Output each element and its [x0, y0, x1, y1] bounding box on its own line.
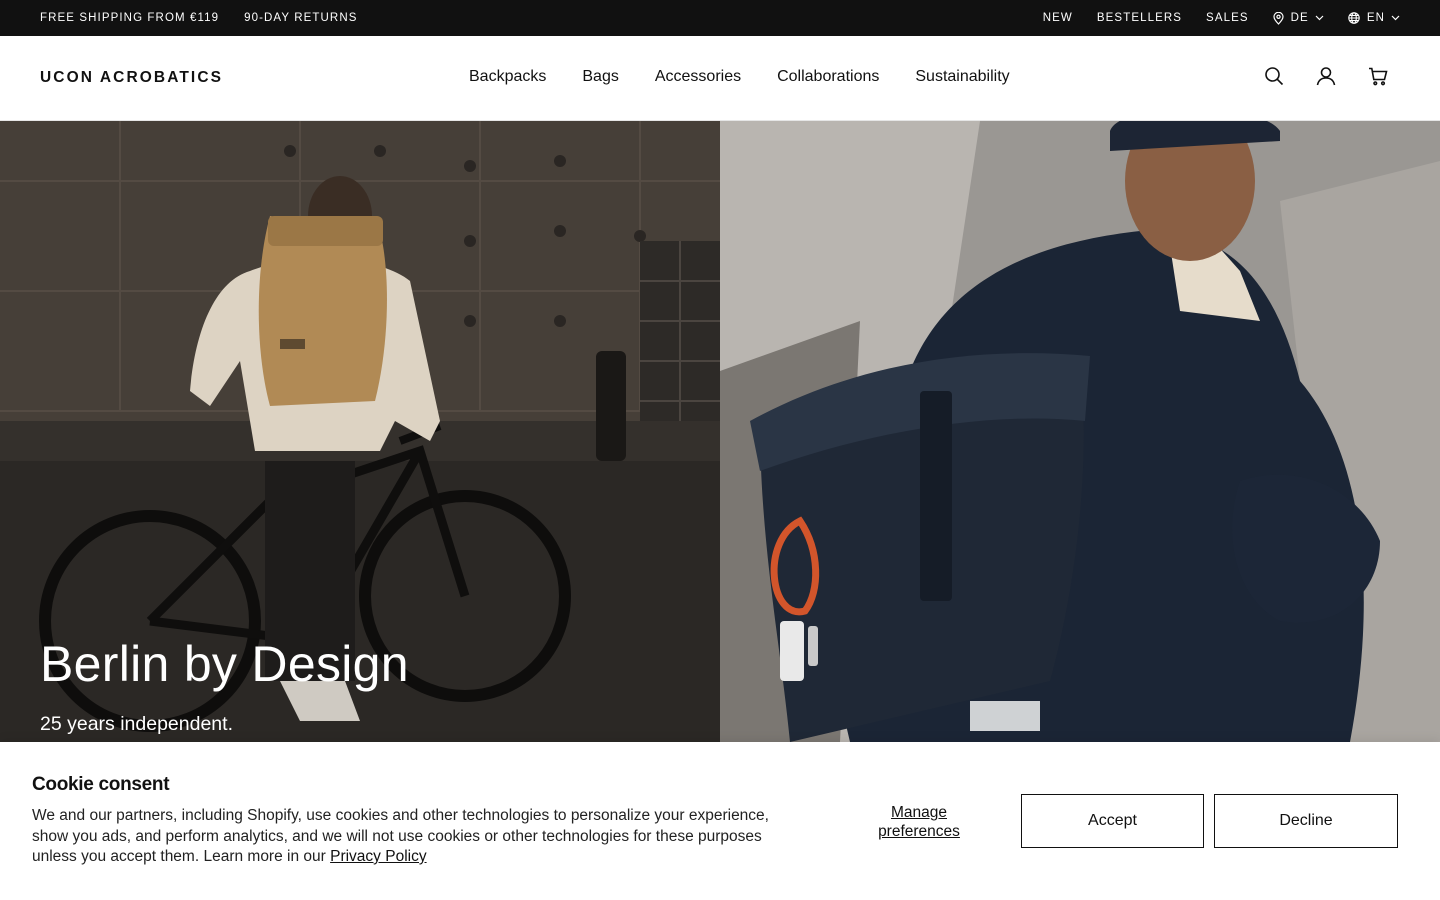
country-selector[interactable]: DE	[1273, 11, 1324, 25]
utility-links: NEW BESTELLERS SALES DE EN	[1019, 11, 1400, 25]
model-photo-illustration	[720, 121, 1440, 742]
language-selector[interactable]: EN	[1348, 12, 1400, 24]
country-label: DE	[1290, 12, 1309, 24]
free-shipping-message: FREE SHIPPING FROM €119	[40, 12, 220, 24]
privacy-policy-link[interactable]: Privacy Policy	[330, 848, 426, 865]
map-pin-icon	[1273, 11, 1284, 25]
hero-title: Berlin by Design	[40, 636, 409, 692]
nav-sustainability[interactable]: Sustainability	[915, 68, 1009, 86]
cookie-consent-banner: Cookie consent We and our partners, incl…	[0, 742, 1440, 900]
hero-image-cyclist: Berlin by Design 25 years independent.	[0, 121, 720, 742]
nav-accessories[interactable]: Accessories	[655, 68, 741, 86]
site-header: UCON ACROBATICS Backpacks Bags Accessori…	[0, 36, 1440, 121]
new-link[interactable]: NEW	[1043, 12, 1073, 24]
main-navigation: Backpacks Bags Accessories Collaboration…	[469, 68, 1046, 86]
announcement-messages: FREE SHIPPING FROM €119 90-DAY RETURNS	[40, 12, 383, 24]
globe-icon	[1348, 12, 1360, 24]
chevron-down-icon	[1391, 15, 1400, 21]
returns-message: 90-DAY RETURNS	[244, 12, 358, 24]
hero-banner[interactable]: Berlin by Design 25 years independent.	[0, 121, 1440, 742]
nav-collaborations[interactable]: Collaborations	[777, 68, 879, 86]
cookie-description: We and our partners, including Shopify, …	[32, 806, 772, 868]
bestsellers-link[interactable]: BESTELLERS	[1097, 12, 1182, 24]
sales-link[interactable]: SALES	[1206, 12, 1249, 24]
brand-logo[interactable]: UCON ACROBATICS	[40, 69, 223, 87]
nav-bags[interactable]: Bags	[582, 68, 618, 86]
header-actions	[1232, 66, 1388, 86]
nav-backpacks[interactable]: Backpacks	[469, 68, 546, 86]
hero-image-backpack-model	[720, 121, 1440, 742]
hero-subtitle: 25 years independent.	[40, 713, 233, 735]
search-icon[interactable]	[1264, 66, 1284, 86]
cookie-title: Cookie consent	[32, 774, 170, 795]
announcement-bar: FREE SHIPPING FROM €119 90-DAY RETURNS N…	[0, 0, 1440, 36]
chevron-down-icon	[1315, 15, 1324, 21]
decline-button[interactable]: Decline	[1214, 794, 1398, 848]
account-icon[interactable]	[1316, 66, 1336, 86]
manage-preferences-link[interactable]: Manage preferences	[860, 803, 978, 841]
language-label: EN	[1366, 12, 1385, 24]
accept-button[interactable]: Accept	[1021, 794, 1204, 848]
cart-icon[interactable]	[1368, 66, 1388, 86]
